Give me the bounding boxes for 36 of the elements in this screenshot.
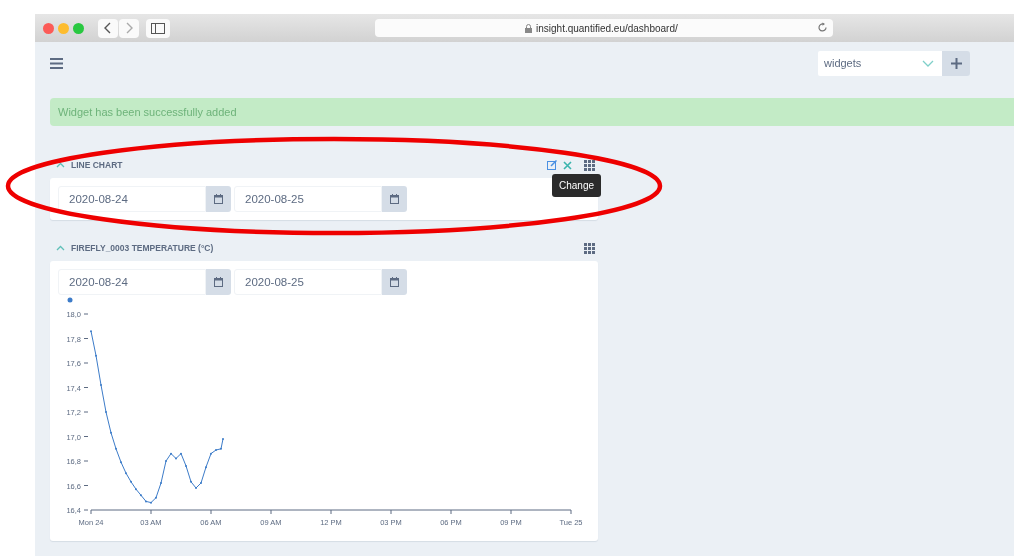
edit-icon[interactable] — [547, 160, 557, 170]
reload-icon[interactable] — [817, 22, 828, 33]
calendar-icon — [390, 277, 399, 287]
widget-select[interactable]: widgets — [818, 50, 942, 76]
alert-message: Widget has been successfully added — [58, 106, 237, 118]
calendar-button[interactable] — [382, 269, 407, 295]
chevron-right-icon — [125, 22, 133, 34]
widget-title: FIREFLY_0003 TEMPERATURE (°C) — [71, 243, 214, 253]
drag-handle-icon[interactable] — [584, 242, 595, 254]
add-button[interactable] — [942, 50, 970, 76]
tooltip: Change — [551, 174, 601, 197]
lock-icon — [525, 23, 532, 33]
close-window-icon[interactable] — [43, 22, 54, 34]
calendar-icon — [214, 277, 223, 287]
chevron-left-icon — [104, 22, 112, 34]
sidebar-icon — [151, 22, 165, 34]
chevron-down-icon — [922, 59, 934, 67]
date-input[interactable]: 2020-08-24 — [58, 186, 206, 212]
date-input[interactable]: 2020-08-24 — [58, 269, 206, 295]
calendar-icon — [214, 194, 223, 204]
date-input[interactable]: 2020-08-25 — [234, 269, 382, 295]
menu-icon[interactable] — [50, 57, 63, 69]
caret-icon[interactable] — [56, 162, 65, 168]
calendar-button[interactable] — [382, 186, 407, 212]
widget-title: LINE CHART — [71, 160, 123, 170]
sidebar-button[interactable] — [146, 18, 170, 38]
drag-handle-icon[interactable] — [584, 159, 595, 171]
close-icon[interactable] — [563, 160, 572, 170]
plus-icon — [950, 57, 962, 69]
back-button[interactable] — [98, 18, 118, 38]
address-bar[interactable]: insight.quantified.eu/dashboard/ — [375, 19, 833, 37]
calendar-icon — [390, 194, 399, 204]
calendar-button[interactable] — [206, 269, 231, 295]
date-input[interactable]: 2020-08-25 — [234, 186, 382, 212]
url-text: insight.quantified.eu/dashboard/ — [536, 22, 678, 34]
calendar-button[interactable] — [206, 186, 231, 212]
